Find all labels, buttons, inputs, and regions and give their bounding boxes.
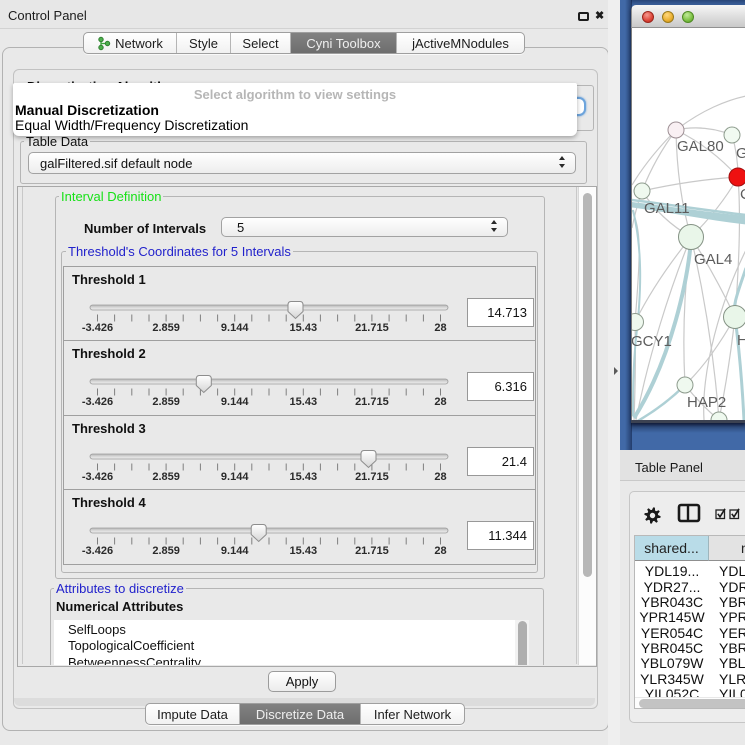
svg-text:H: H — [737, 332, 745, 349]
svg-text:C: C — [740, 186, 745, 203]
svg-text:GAL80: GAL80 — [677, 138, 724, 155]
svg-text:GA: GA — [736, 145, 745, 162]
svg-text:GCY1: GCY1 — [632, 333, 672, 350]
svg-text:HAP2: HAP2 — [687, 394, 726, 411]
svg-text:GAL4: GAL4 — [694, 251, 732, 268]
svg-text:GAL11: GAL11 — [644, 200, 690, 217]
